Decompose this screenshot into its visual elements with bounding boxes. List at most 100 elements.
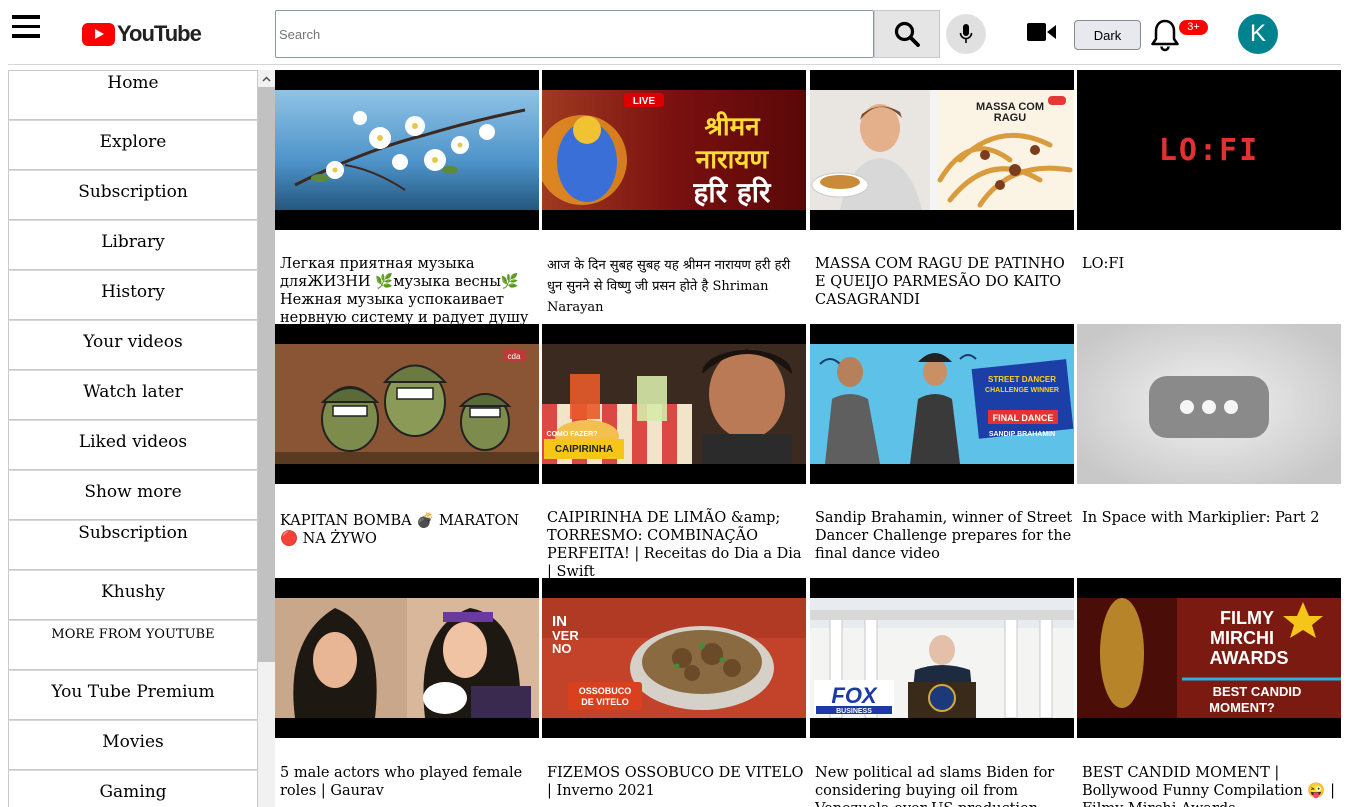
- sidebar-item-library[interactable]: Library: [8, 220, 258, 270]
- svg-text:COMO FAZER?: COMO FAZER?: [547, 431, 598, 438]
- video-thumbnail[interactable]: [275, 578, 539, 738]
- video-title[interactable]: New political ad slams Biden for conside…: [815, 764, 1074, 807]
- youtube-play-icon: [82, 22, 115, 46]
- hamburger-menu-icon[interactable]: [12, 15, 40, 39]
- sidebar-section-subscription: Subscription: [8, 520, 258, 570]
- sidebar-item-label: Liked videos: [78, 432, 188, 452]
- thumbnail-lofi-text: LO:FI: [1159, 133, 1259, 168]
- scroll-up-arrow-icon[interactable]: [258, 70, 275, 87]
- svg-text:DE VITELO: DE VITELO: [581, 697, 629, 707]
- video-title[interactable]: LO:FI: [1082, 255, 1341, 273]
- sidebar-item-label: Show more: [84, 482, 182, 502]
- sidebar-section-heading: MORE FROM YOUTUBE: [51, 627, 215, 642]
- svg-text:श्रीमन: श्रीमन: [704, 111, 761, 142]
- video-title[interactable]: In Space with Markiplier: Part 2: [1082, 509, 1341, 527]
- scrollbar-thumb[interactable]: [258, 87, 275, 662]
- svg-text:cda: cda: [508, 352, 521, 361]
- header-divider: [8, 64, 1341, 65]
- video-thumbnail[interactable]: STREET DANCER CHALLENGE WINNER FINAL DAN…: [810, 324, 1074, 484]
- sidebar-item-show-more[interactable]: Show more: [8, 470, 258, 520]
- sidebar-item-history[interactable]: History: [8, 270, 258, 320]
- video-title[interactable]: FIZEMOS OSSOBUCO DE VITELO | Inverno 202…: [547, 764, 806, 800]
- sidebar-item-subscription[interactable]: Subscription: [8, 170, 258, 220]
- video-thumbnail[interactable]: [1077, 324, 1341, 484]
- svg-text:AWARDS: AWARDS: [1209, 648, 1288, 668]
- sidebar-item-label: Gaming: [99, 782, 167, 802]
- svg-text:हरि हरि: हरि हरि: [693, 176, 772, 209]
- sidebar-item-explore[interactable]: Explore: [8, 120, 258, 170]
- video-title[interactable]: CAIPIRINHA DE LIMÃO &amp; TORRESMO: COMB…: [547, 509, 806, 581]
- voice-search-button[interactable]: [946, 14, 986, 54]
- svg-text:MOMENT?: MOMENT?: [1209, 700, 1275, 715]
- create-video-icon[interactable]: [1027, 22, 1056, 46]
- video-title[interactable]: आज के दिन सुबह सुबह यह श्रीमन नारायण हरी…: [547, 255, 806, 318]
- sidebar-item-watch-later[interactable]: Watch later: [8, 370, 258, 420]
- video-card[interactable]: Легкая приятная музыка дляЖИЗНИ 🌿музыка …: [275, 70, 539, 327]
- sidebar-item-label: Your videos: [83, 332, 183, 352]
- sidebar-section-more-from-youtube: MORE FROM YOUTUBE: [8, 620, 258, 670]
- video-title[interactable]: Легкая приятная музыка дляЖИЗНИ 🌿музыка …: [280, 255, 539, 327]
- svg-text:BUSINESS: BUSINESS: [836, 708, 872, 715]
- sidebar-item-liked-videos[interactable]: Liked videos: [8, 420, 258, 470]
- video-title[interactable]: MASSA COM RAGU DE PATINHO E QUEIJO PARME…: [815, 255, 1074, 309]
- sidebar-item-label: Home: [107, 73, 159, 93]
- video-thumbnail[interactable]: [275, 70, 539, 230]
- video-card[interactable]: 5 male actors who played female roles | …: [275, 578, 539, 807]
- dark-mode-button[interactable]: Dark: [1074, 20, 1141, 50]
- svg-text:नारायण: नारायण: [695, 145, 770, 175]
- sidebar-item-label: Library: [101, 232, 165, 252]
- video-card[interactable]: FOX BUSINESS New political ad slams Bide…: [810, 578, 1074, 807]
- logo-text: YouTube: [117, 21, 202, 46]
- sidebar-item-channel-khushy[interactable]: Khushy: [8, 570, 258, 620]
- notifications-bell-icon[interactable]: [1150, 18, 1180, 56]
- video-thumbnail[interactable]: cda: [275, 324, 539, 484]
- search-input[interactable]: [275, 10, 874, 58]
- video-card[interactable]: FILMY MIRCHI AWARDS BEST CANDID MOMENT? …: [1077, 578, 1341, 807]
- video-thumbnail[interactable]: LIVE श्रीमन नारायण हरि हरि: [542, 70, 806, 230]
- video-card[interactable]: LO:FI LO:FI: [1077, 70, 1341, 324]
- video-card[interactable]: LIVE श्रीमन नारायण हरि हरि आज के दिन सुब…: [542, 70, 806, 324]
- video-card[interactable]: CAIPIRINHA COMO FAZER? CAIPIRINHA DE LIM…: [542, 324, 806, 581]
- svg-text:OSSOBUCO: OSSOBUCO: [579, 686, 632, 696]
- sidebar-item-label: Explore: [99, 132, 167, 152]
- sidebar-section-heading: Subscription: [78, 523, 188, 543]
- sidebar-item-gaming[interactable]: Gaming: [8, 770, 258, 807]
- video-thumbnail[interactable]: FILMY MIRCHI AWARDS BEST CANDID MOMENT?: [1077, 578, 1341, 738]
- svg-text:BEST CANDID: BEST CANDID: [1213, 684, 1302, 699]
- sidebar-item-movies[interactable]: Movies: [8, 720, 258, 770]
- video-card[interactable]: MASSA COM RAGU MASSA COM RAGU DE PATINHO…: [810, 70, 1074, 324]
- svg-text:FILMY: FILMY: [1220, 608, 1274, 628]
- sidebar-item-home[interactable]: Home: [8, 70, 258, 120]
- svg-text:NO: NO: [552, 641, 572, 656]
- video-title[interactable]: BEST CANDID MOMENT | Bollywood Funny Com…: [1082, 764, 1341, 807]
- user-avatar[interactable]: K: [1238, 14, 1278, 54]
- video-card[interactable]: In Space with Markiplier: Part 2: [1077, 324, 1341, 578]
- svg-text:RAGU: RAGU: [994, 112, 1026, 124]
- sidebar-item-label: Subscription: [78, 182, 188, 202]
- video-thumbnail[interactable]: FOX BUSINESS: [810, 578, 1074, 738]
- sidebar-item-label: Watch later: [83, 382, 183, 402]
- video-title[interactable]: KAPITAN BOMBA 💣 MARATON 🔴 NA ŻYWO: [280, 512, 539, 548]
- sidebar-item-label: History: [101, 282, 165, 302]
- svg-text:CHALLENGE WINNER: CHALLENGE WINNER: [985, 387, 1059, 394]
- sidebar-scrollbar[interactable]: [258, 70, 275, 807]
- search-button[interactable]: [874, 10, 940, 58]
- sidebar-item-label: You Tube Premium: [51, 682, 215, 702]
- youtube-logo[interactable]: YouTube: [82, 21, 202, 47]
- sidebar: Home Explore Subscription Library Histor…: [8, 70, 258, 807]
- video-card[interactable]: IN VER NO OSSOBUCO DE VITELO FIZEMOS OSS…: [542, 578, 806, 807]
- video-card[interactable]: STREET DANCER CHALLENGE WINNER FINAL DAN…: [810, 324, 1074, 578]
- sidebar-item-your-videos[interactable]: Your videos: [8, 320, 258, 370]
- video-thumbnail[interactable]: CAIPIRINHA COMO FAZER?: [542, 324, 806, 484]
- sidebar-item-youtube-premium[interactable]: You Tube Premium: [8, 670, 258, 720]
- video-thumbnail[interactable]: MASSA COM RAGU: [810, 70, 1074, 230]
- video-thumbnail[interactable]: LO:FI: [1077, 70, 1341, 230]
- video-card[interactable]: cda KAPITAN BOMBA 💣 MARATON 🔴 NA ŻYWO: [275, 324, 539, 578]
- notification-count-badge: 3+: [1179, 20, 1208, 35]
- svg-text:MIRCHI: MIRCHI: [1210, 628, 1274, 648]
- video-title[interactable]: 5 male actors who played female roles | …: [280, 764, 539, 800]
- search-icon: [894, 21, 920, 47]
- video-title[interactable]: Sandip Brahamin, winner of Street Dancer…: [815, 509, 1074, 563]
- video-thumbnail[interactable]: IN VER NO OSSOBUCO DE VITELO: [542, 578, 806, 738]
- svg-text:FOX: FOX: [831, 683, 878, 708]
